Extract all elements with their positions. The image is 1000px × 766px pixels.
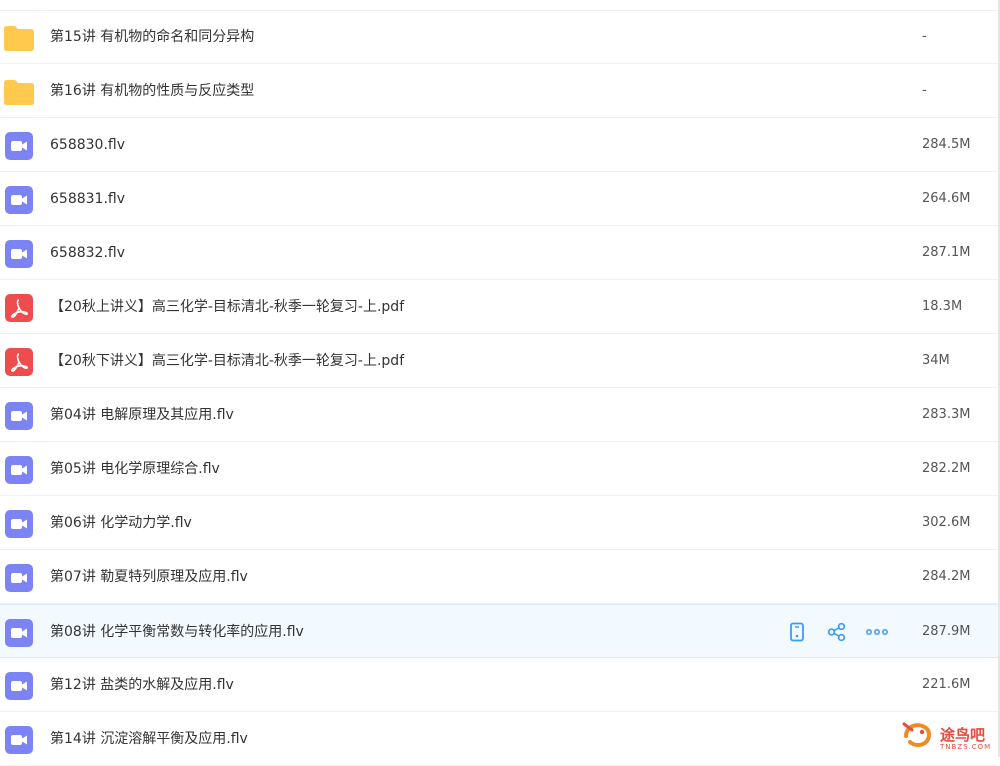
file-row[interactable]: 658832.flv 287.1M: [0, 226, 998, 280]
file-size: 283.3M: [922, 407, 971, 422]
file-row[interactable]: 第14讲 沉淀溶解平衡及应用.flv: [0, 712, 998, 766]
file-name[interactable]: 658832.flv: [50, 226, 125, 280]
file-name[interactable]: 第16讲 有机物的性质与反应类型: [50, 64, 254, 118]
video-file-icon: [4, 455, 34, 485]
video-file-icon: [4, 185, 34, 215]
video-file-icon: [4, 131, 34, 161]
file-size: 34M: [922, 353, 950, 368]
file-row[interactable]: 第12讲 盐类的水解及应用.flv 221.6M: [0, 658, 998, 712]
file-name[interactable]: 第08讲 化学平衡常数与转化率的应用.flv: [50, 605, 304, 659]
more-icon[interactable]: [866, 621, 888, 643]
file-list: 第15讲 有机物的命名和同分异构 - 第16讲 有机物的性质与反应类型 - 6588…: [0, 10, 998, 766]
file-size: 284.2M: [922, 569, 971, 584]
file-row[interactable]: 第07讲 勒夏特列原理及应用.flv 284.2M: [0, 550, 998, 604]
file-name[interactable]: 第05讲 电化学原理综合.flv: [50, 442, 220, 496]
file-size: 287.9M: [922, 624, 971, 639]
file-size: 264.6M: [922, 191, 971, 206]
watermark-text: 途鸟吧: [940, 726, 986, 744]
file-row[interactable]: 第05讲 电化学原理综合.flv 282.2M: [0, 442, 998, 496]
row-actions: [786, 620, 888, 644]
phone-icon[interactable]: [786, 621, 808, 643]
video-file-icon: [4, 618, 34, 648]
file-row[interactable]: 658830.flv 284.5M: [0, 118, 998, 172]
file-row[interactable]: 658831.flv 264.6M: [0, 172, 998, 226]
file-size: -: [922, 83, 927, 98]
video-file-icon: [4, 563, 34, 593]
file-size: 302.6M: [922, 515, 971, 530]
file-name[interactable]: 【20秋下讲义】高三化学-目标清北-秋季一轮复习-上.pdf: [50, 334, 404, 388]
folder-icon: [4, 77, 34, 107]
video-file-icon: [4, 671, 34, 701]
file-row[interactable]: 【20秋上讲义】高三化学-目标清北-秋季一轮复习-上.pdf 18.3M: [0, 280, 998, 334]
watermark: 途鸟吧 TNBZS.COM: [900, 718, 1000, 757]
file-row[interactable]: 第04讲 电解原理及其应用.flv 283.3M: [0, 388, 998, 442]
bird-logo-icon: [902, 722, 931, 747]
file-name[interactable]: 第04讲 电解原理及其应用.flv: [50, 388, 234, 442]
file-row[interactable]: 【20秋下讲义】高三化学-目标清北-秋季一轮复习-上.pdf 34M: [0, 334, 998, 388]
file-size: 284.5M: [922, 137, 971, 152]
file-size: 221.6M: [922, 677, 971, 692]
file-name[interactable]: 第12讲 盐类的水解及应用.flv: [50, 658, 234, 712]
video-file-icon: [4, 401, 34, 431]
video-file-icon: [4, 239, 34, 269]
file-name[interactable]: 第15讲 有机物的命名和同分异构: [50, 10, 254, 64]
file-row[interactable]: 第06讲 化学动力学.flv 302.6M: [0, 496, 998, 550]
share-icon[interactable]: [826, 621, 848, 643]
file-name[interactable]: 658830.flv: [50, 118, 125, 172]
file-row[interactable]: 第08讲 化学平衡常数与转化率的应用.flv 287.9M: [0, 604, 998, 658]
video-file-icon: [4, 725, 34, 755]
file-size: 287.1M: [922, 245, 971, 260]
file-name[interactable]: 第14讲 沉淀溶解平衡及应用.flv: [50, 712, 248, 766]
folder-icon: [4, 23, 34, 53]
video-file-icon: [4, 509, 34, 539]
file-size: -: [922, 29, 927, 44]
file-name[interactable]: 【20秋上讲义】高三化学-目标清北-秋季一轮复习-上.pdf: [50, 280, 404, 334]
file-size: 282.2M: [922, 461, 971, 476]
file-row[interactable]: 第16讲 有机物的性质与反应类型 -: [0, 64, 998, 118]
file-row[interactable]: 第15讲 有机物的命名和同分异构 -: [0, 10, 998, 64]
file-name[interactable]: 658831.flv: [50, 172, 125, 226]
watermark-subtext: TNBZS.COM: [940, 743, 992, 751]
file-name[interactable]: 第06讲 化学动力学.flv: [50, 496, 192, 550]
pdf-file-icon: [4, 347, 34, 377]
pdf-file-icon: [4, 293, 34, 323]
file-size: 18.3M: [922, 299, 963, 314]
file-name[interactable]: 第07讲 勒夏特列原理及应用.flv: [50, 550, 248, 604]
